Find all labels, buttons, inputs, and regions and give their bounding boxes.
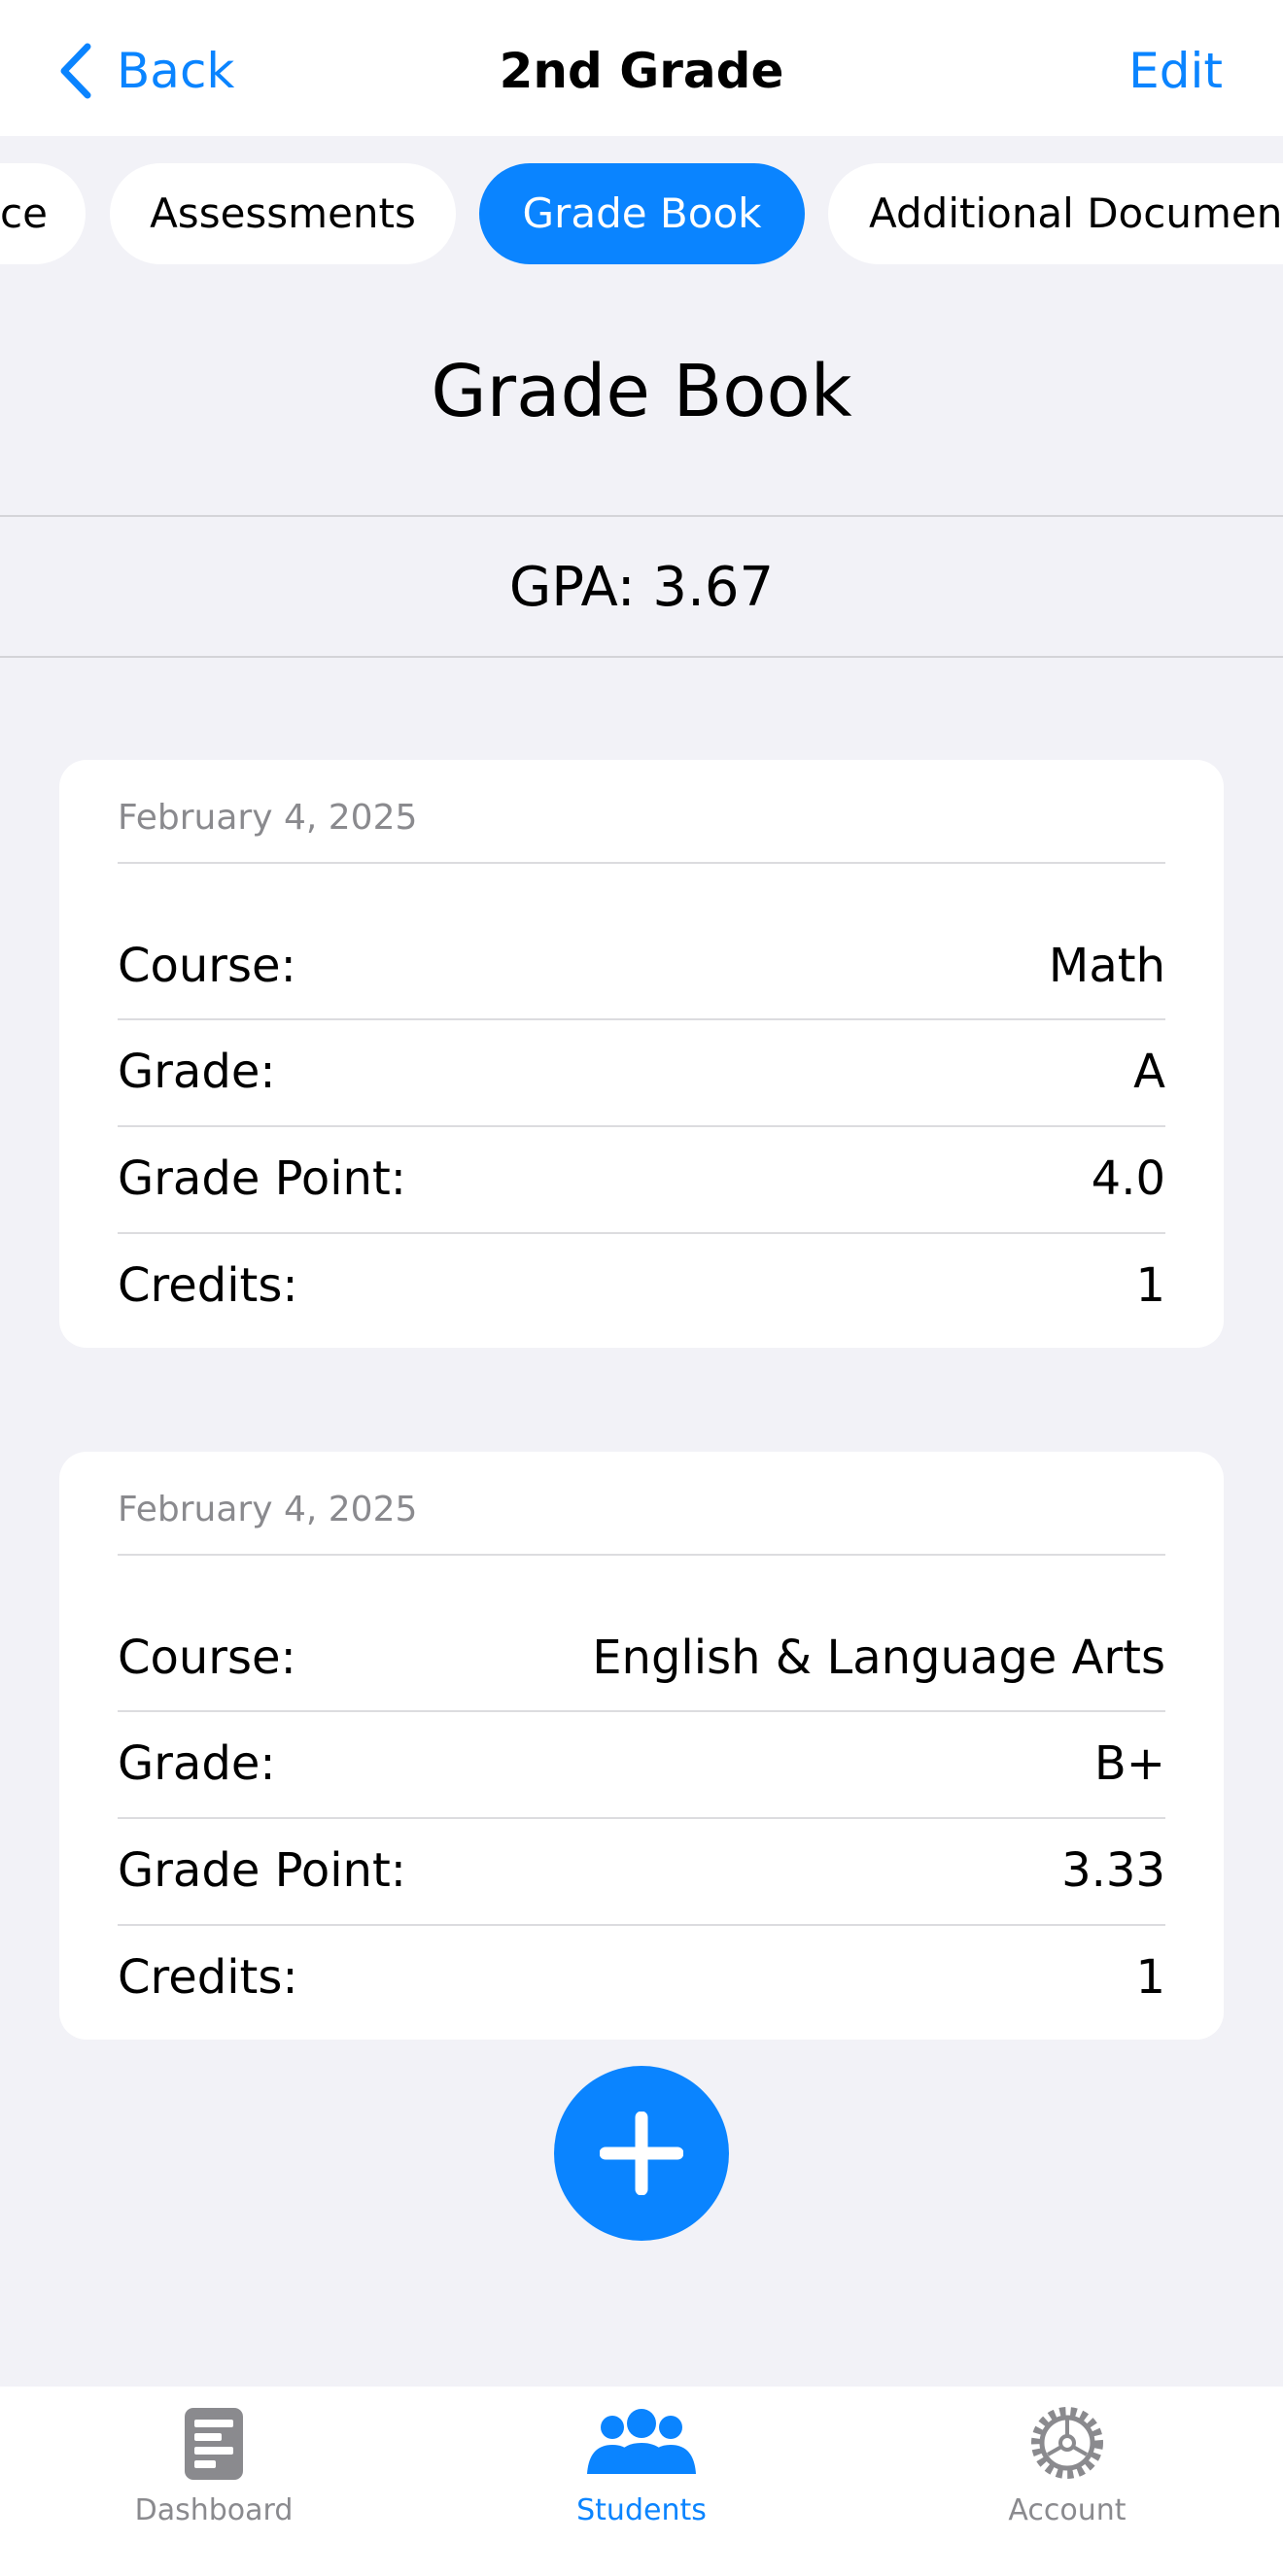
students-icon <box>587 2409 696 2474</box>
tabbar-label: Account <box>1008 2493 1127 2527</box>
grade-point-row: Grade Point: 3.33 <box>118 1827 1165 1914</box>
divider <box>118 1710 1165 1712</box>
divider <box>118 1232 1165 1234</box>
tabbar-label: Dashboard <box>134 2493 294 2527</box>
entry-date: February 4, 2025 <box>118 798 418 838</box>
tabbar-students[interactable]: Students <box>496 2387 787 2576</box>
row-value: 4.0 <box>1091 1151 1165 1206</box>
credits-row: Credits: 1 <box>118 1242 1165 1329</box>
row-value: Math <box>1048 939 1165 993</box>
section-tabs: ce Assessments Grade Book Additional Doc… <box>0 163 1283 264</box>
row-label: Grade Point: <box>118 1151 406 1206</box>
gear-icon <box>1031 2407 1103 2479</box>
nav-title: 2nd Grade <box>499 43 784 99</box>
edit-button[interactable]: Edit <box>1128 37 1223 105</box>
divider <box>118 1554 1165 1556</box>
row-label: Credits: <box>118 1950 298 2005</box>
tab-assessments[interactable]: Assessments <box>110 163 456 264</box>
grade-entry-card[interactable]: February 4, 2025 Course: Math Grade: A G… <box>59 760 1224 1348</box>
row-label: Grade: <box>118 1045 276 1099</box>
row-label: Grade: <box>118 1736 276 1791</box>
row-label: Course: <box>118 939 296 993</box>
divider <box>118 1018 1165 1020</box>
entry-date: February 4, 2025 <box>118 1490 418 1529</box>
navigation-bar: Back 2nd Grade Edit <box>0 0 1283 136</box>
page-title: Grade Book <box>431 350 852 433</box>
plus-icon <box>600 2112 683 2195</box>
tab-grade-book[interactable]: Grade Book <box>479 163 805 264</box>
row-value: A <box>1133 1045 1165 1099</box>
row-value: 1 <box>1135 1950 1165 2005</box>
divider <box>118 1817 1165 1819</box>
grade-row: Grade: A <box>118 1028 1165 1116</box>
row-value: B+ <box>1093 1736 1165 1791</box>
row-value: 1 <box>1135 1258 1165 1313</box>
row-label: Grade Point: <box>118 1843 406 1898</box>
grade-row: Grade: B+ <box>118 1720 1165 1807</box>
row-label: Credits: <box>118 1258 298 1313</box>
grade-point-row: Grade Point: 4.0 <box>118 1135 1165 1222</box>
tab-attendance[interactable]: ce <box>0 163 86 264</box>
gpa-summary: GPA: 3.67 <box>508 556 775 619</box>
tabbar-label: Students <box>576 2493 707 2527</box>
divider <box>118 1125 1165 1127</box>
dashboard-icon <box>185 2408 243 2480</box>
add-grade-button[interactable] <box>554 2066 729 2241</box>
course-row: Course: Math <box>118 922 1165 1010</box>
grade-book-screen: Back 2nd Grade Edit ce Assessments Grade… <box>0 0 1283 2576</box>
divider <box>0 515 1283 517</box>
grade-entry-card[interactable]: February 4, 2025 Course: English & Langu… <box>59 1452 1224 2040</box>
row-label: Course: <box>118 1631 296 1685</box>
tab-bar: Dashboard Students Account <box>0 2387 1283 2576</box>
credits-row: Credits: 1 <box>118 1934 1165 2021</box>
divider <box>0 656 1283 658</box>
tabbar-account[interactable]: Account <box>921 2387 1213 2576</box>
row-value: English & Language Arts <box>592 1631 1165 1685</box>
course-row: Course: English & Language Arts <box>118 1614 1165 1701</box>
row-value: 3.33 <box>1061 1843 1165 1898</box>
divider <box>118 862 1165 864</box>
tab-additional-documents[interactable]: Additional Documents <box>828 163 1283 264</box>
divider <box>118 1924 1165 1926</box>
tabbar-dashboard[interactable]: Dashboard <box>68 2387 360 2576</box>
